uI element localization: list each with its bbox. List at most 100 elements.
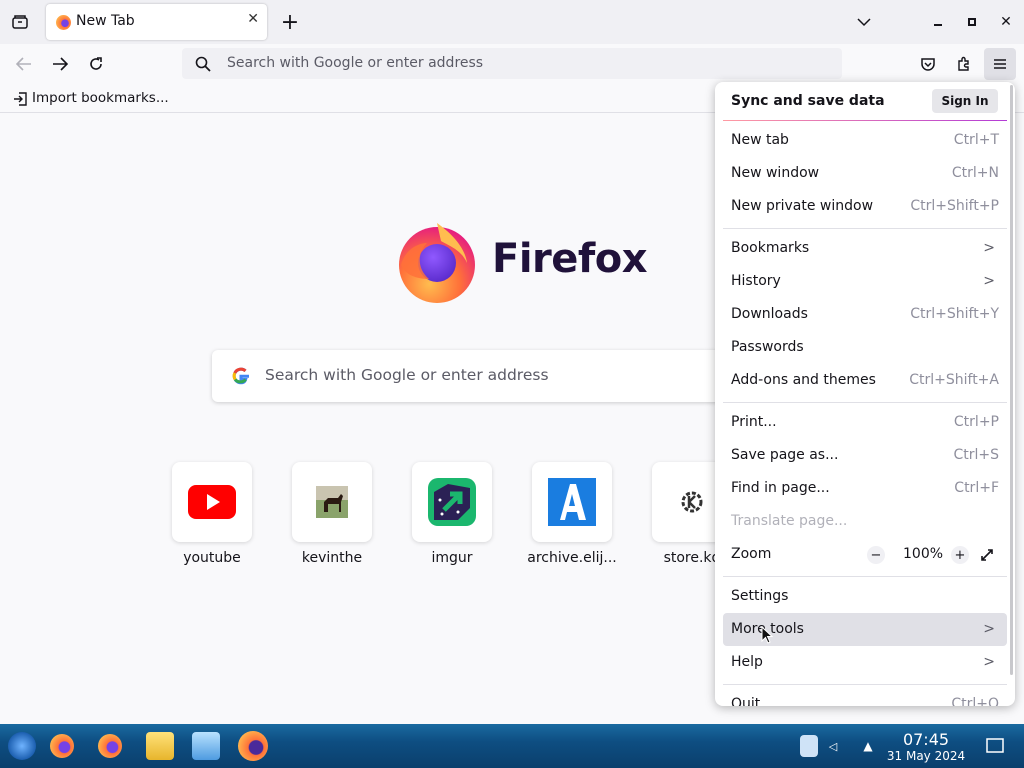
clock-time: 07:45 bbox=[902, 730, 950, 749]
os-taskbar: ◁ ▲ 07:45 31 May 2024 bbox=[0, 724, 1024, 768]
newtab-search-placeholder: Search with Google or enter address bbox=[265, 366, 549, 384]
imgur-icon bbox=[412, 462, 492, 542]
start-menu-icon[interactable] bbox=[8, 732, 36, 760]
menu-label: Translate page... bbox=[731, 513, 848, 529]
tab-new-tab[interactable]: New Tab ✕ bbox=[46, 4, 267, 40]
menu-item-save-page[interactable]: Save page as... Ctrl+S bbox=[723, 439, 1007, 472]
menu-shortcut: Ctrl+P bbox=[953, 414, 999, 430]
top-site-label: imgur bbox=[431, 550, 473, 566]
tray-up-arrow-icon[interactable]: ▲ bbox=[860, 738, 876, 754]
horse-thumbnail bbox=[292, 462, 372, 542]
close-tab-icon[interactable]: ✕ bbox=[247, 11, 259, 27]
menu-label: Downloads bbox=[731, 306, 808, 322]
fullscreen-icon[interactable] bbox=[977, 545, 997, 565]
menu-scrollbar[interactable] bbox=[1010, 85, 1013, 675]
back-arrow-icon[interactable] bbox=[12, 52, 36, 76]
close-window-icon[interactable]: ✕ bbox=[994, 10, 1018, 34]
menu-item-find-in-page[interactable]: Find in page... Ctrl+F bbox=[723, 472, 1007, 505]
firefox-wordmark: Firefox bbox=[492, 236, 648, 282]
menu-item-translate-page: Translate page... bbox=[723, 505, 1007, 538]
file-manager-icon[interactable] bbox=[146, 732, 174, 760]
menu-item-new-tab[interactable]: New tab Ctrl+T bbox=[723, 124, 1007, 157]
mouse-cursor-icon bbox=[761, 626, 773, 644]
import-icon bbox=[12, 91, 28, 107]
chevron-right-icon: > bbox=[983, 654, 995, 670]
clock[interactable]: 07:45 31 May 2024 bbox=[880, 730, 972, 763]
menu-label: Quit bbox=[731, 696, 761, 706]
url-bar[interactable]: Search with Google or enter address bbox=[182, 48, 842, 79]
newtab-search-box[interactable]: Search with Google or enter address bbox=[212, 350, 732, 402]
header-divider bbox=[723, 120, 1007, 121]
menu-separator bbox=[723, 576, 1007, 577]
youtube-icon bbox=[172, 462, 252, 542]
computer-icon[interactable] bbox=[192, 732, 220, 760]
menu-shortcut: Ctrl+Q bbox=[951, 696, 999, 706]
firefox-active-taskbar-icon[interactable] bbox=[238, 731, 268, 761]
menu-item-print[interactable]: Print... Ctrl+P bbox=[723, 406, 1007, 439]
menu-shortcut: Ctrl+Shift+Y bbox=[910, 306, 999, 322]
list-all-tabs-chevron-icon[interactable] bbox=[852, 10, 876, 34]
pocket-icon[interactable] bbox=[916, 52, 940, 76]
chevron-right-icon: > bbox=[983, 273, 995, 289]
menu-label: Zoom bbox=[731, 546, 772, 562]
maximize-icon[interactable] bbox=[960, 10, 984, 34]
menu-shortcut: Ctrl+F bbox=[954, 480, 999, 496]
zoom-level[interactable]: 100% bbox=[903, 546, 943, 562]
menu-shortcut: Ctrl+T bbox=[953, 132, 999, 148]
menu-item-history[interactable]: History > bbox=[723, 265, 1007, 298]
extensions-puzzle-icon[interactable] bbox=[952, 52, 976, 76]
reload-icon[interactable] bbox=[84, 52, 108, 76]
zoom-out-icon[interactable]: − bbox=[867, 546, 885, 564]
google-g-icon bbox=[230, 365, 252, 387]
menu-label: Bookmarks bbox=[731, 240, 810, 256]
firefox-taskbar-icon[interactable] bbox=[98, 734, 122, 758]
forward-arrow-icon[interactable] bbox=[48, 52, 72, 76]
menu-label: Passwords bbox=[731, 339, 804, 355]
chevron-right-icon: > bbox=[983, 240, 995, 256]
top-site-label: archive.elij... bbox=[527, 550, 617, 566]
menu-label: Settings bbox=[731, 588, 789, 604]
url-placeholder: Search with Google or enter address bbox=[227, 55, 484, 71]
top-site-label: kevinthe bbox=[301, 550, 363, 566]
menu-separator bbox=[723, 684, 1007, 685]
menu-label: Find in page... bbox=[731, 480, 830, 496]
menu-item-addons[interactable]: Add-ons and themes Ctrl+Shift+A bbox=[723, 364, 1007, 397]
menu-label: History bbox=[731, 273, 781, 289]
menu-label: Add-ons and themes bbox=[731, 372, 876, 388]
menu-label: Help bbox=[731, 654, 763, 670]
menu-item-new-window[interactable]: New window Ctrl+N bbox=[723, 157, 1007, 190]
menu-item-new-private-window[interactable]: New private window Ctrl+Shift+P bbox=[723, 190, 1007, 223]
firefox-favicon-icon bbox=[56, 15, 71, 30]
menu-label: Save page as... bbox=[731, 447, 839, 463]
menu-item-downloads[interactable]: Downloads Ctrl+Shift+Y bbox=[723, 298, 1007, 331]
sync-header: Sync and save data bbox=[731, 93, 885, 109]
archive-icon bbox=[532, 462, 612, 542]
firefox-logo-icon bbox=[395, 219, 479, 303]
tab-title: New Tab bbox=[76, 13, 135, 29]
menu-label: Print... bbox=[731, 414, 777, 430]
tab-list-icon[interactable] bbox=[8, 10, 32, 34]
app-menu-panel: Sync and save data Sign In New tab Ctrl+T… bbox=[715, 82, 1015, 706]
minimize-icon[interactable] bbox=[926, 10, 950, 34]
menu-item-quit[interactable]: Quit Ctrl+Q bbox=[723, 688, 1007, 706]
menu-shortcut: Ctrl+Shift+A bbox=[909, 372, 999, 388]
firefox-taskbar-icon[interactable] bbox=[50, 734, 74, 758]
show-desktop-icon[interactable] bbox=[984, 736, 1006, 756]
zoom-in-icon[interactable]: + bbox=[951, 546, 969, 564]
sign-in-button[interactable]: Sign In bbox=[932, 89, 998, 113]
menu-item-settings[interactable]: Settings bbox=[723, 580, 1007, 613]
app-menu-hamburger-icon[interactable] bbox=[984, 48, 1016, 80]
menu-item-passwords[interactable]: Passwords bbox=[723, 331, 1007, 364]
chevron-right-icon: > bbox=[983, 621, 995, 637]
menu-separator bbox=[723, 228, 1007, 229]
search-icon bbox=[194, 55, 212, 73]
clipboard-tray-icon[interactable] bbox=[800, 735, 818, 757]
menu-shortcut: Ctrl+N bbox=[951, 165, 999, 181]
menu-item-bookmarks[interactable]: Bookmarks > bbox=[723, 232, 1007, 265]
tray-collapse-icon[interactable]: ◁ bbox=[826, 738, 840, 754]
new-tab-plus-icon[interactable]: + bbox=[278, 10, 302, 35]
import-bookmarks-link[interactable]: Import bookmarks... bbox=[32, 90, 169, 106]
menu-item-help[interactable]: Help > bbox=[723, 646, 1007, 679]
menu-separator bbox=[723, 402, 1007, 403]
menu-label: New window bbox=[731, 165, 820, 181]
